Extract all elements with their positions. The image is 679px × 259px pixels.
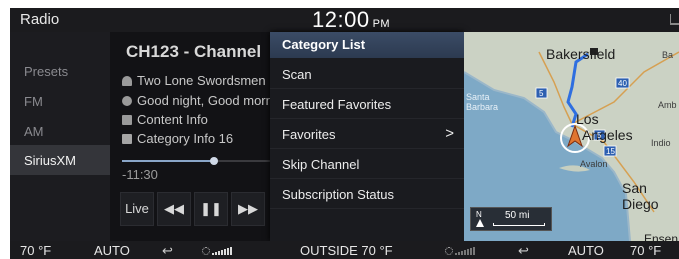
- artist-row: Two Lone Swordsmen: [122, 73, 266, 88]
- north-arrow-icon: [476, 219, 484, 227]
- category-info: Category Info 16: [137, 131, 234, 146]
- song-title: Good night, Good morning: [137, 93, 270, 108]
- map-label-ensen: Ensen: [644, 232, 679, 241]
- category-icon: [122, 134, 132, 144]
- menu-item-label: Scan: [282, 67, 312, 82]
- menu-item-scan[interactable]: Scan: [270, 59, 464, 89]
- category-menu: Category List Scan Featured Favorites Fa…: [270, 32, 464, 241]
- menu-item-label: Skip Channel: [282, 157, 360, 172]
- menu-item-featured-favorites[interactable]: Featured Favorites: [270, 89, 464, 119]
- source-presets[interactable]: Presets: [10, 56, 110, 86]
- category-row: Category Info 16: [122, 131, 233, 146]
- map-label-amb: Amb: [658, 100, 677, 110]
- map-label-los: Los: [576, 111, 599, 127]
- passenger-fan-speed[interactable]: [445, 243, 476, 258]
- scale-distance: 50 mi: [505, 210, 530, 221]
- map-scale: N 50 mi: [470, 207, 552, 231]
- source-fm[interactable]: FM: [10, 86, 110, 116]
- interstate-label-5b: 5: [597, 131, 602, 140]
- map-label-indio: Indio: [651, 138, 671, 148]
- menu-item-label: Subscription Status: [282, 187, 395, 202]
- menu-item-label: Favorites: [282, 127, 336, 142]
- song-icon: [122, 96, 132, 106]
- progress-knob[interactable]: [209, 157, 218, 165]
- rewind-icon: ◀◀: [164, 201, 184, 216]
- progress-fill: [122, 160, 214, 162]
- airflow-icon[interactable]: ↩: [162, 243, 173, 259]
- artist-icon: [122, 76, 132, 86]
- fan-icon: [202, 247, 210, 255]
- channel-name: CH123 - Channel: [126, 42, 262, 61]
- navigation-map[interactable]: Bakersfield Ba Santa Barbara Los Angeles…: [464, 32, 679, 241]
- map-label-avalon: Avalon: [580, 159, 608, 169]
- forward-button[interactable]: ▶▶: [231, 192, 265, 226]
- content-info: Content Info: [137, 112, 208, 127]
- interstate-label-15: 15: [606, 147, 615, 156]
- map-label-ba: Ba: [662, 50, 674, 60]
- source-am[interactable]: AM: [10, 116, 110, 146]
- passenger-temp[interactable]: 70 °F: [630, 243, 661, 258]
- climate-bar: 70 °F AUTO ↩ OUTSIDE 70 °F ↩ AUTO 70 °F: [10, 241, 679, 259]
- source-list: Presets FM AM SiriusXM: [10, 32, 110, 241]
- artist-name: Two Lone Swordsmen: [137, 73, 266, 88]
- content-icon: [122, 115, 132, 125]
- map-label-santa-barbara: Santa Barbara: [466, 92, 499, 112]
- progress-bar[interactable]: [122, 157, 270, 165]
- fan-speed-bars: [455, 243, 476, 258]
- live-button[interactable]: Live: [120, 192, 154, 226]
- song-row: Good night, Good morning: [122, 93, 270, 108]
- pause-icon: ❚❚: [200, 201, 222, 216]
- driver-auto-mode[interactable]: AUTO: [94, 243, 130, 258]
- chevron-right-icon: >: [445, 125, 454, 142]
- content-row: Content Info: [122, 112, 208, 127]
- passenger-airflow-icon[interactable]: ↩: [518, 243, 529, 259]
- fan-speed-bars: [212, 243, 233, 258]
- driver-temp[interactable]: 70 °F: [20, 243, 51, 258]
- clock: 12:00 PM: [312, 8, 391, 32]
- fast-forward-icon: ▶▶: [238, 201, 258, 216]
- menu-item-subscription-status[interactable]: Subscription Status: [270, 179, 464, 209]
- interstate-label-5a: 5: [539, 89, 544, 98]
- menu-item-favorites[interactable]: Favorites >: [270, 119, 464, 149]
- source-siriusxm[interactable]: SiriusXM: [10, 145, 110, 175]
- fan-icon: [445, 247, 453, 255]
- outside-temp: OUTSIDE 70 °F: [300, 243, 393, 258]
- rewind-button[interactable]: ◀◀: [157, 192, 191, 226]
- menu-header[interactable]: Category List: [270, 32, 464, 58]
- map-label-san-diego: San Diego: [622, 180, 659, 212]
- infotainment-screen: Radio 12:00 PM Presets FM AM SiriusXM CH1…: [10, 8, 679, 259]
- now-playing-panel: CH123 - Channel Two Lone Swordsmen Good …: [110, 32, 270, 241]
- time-remaining: -11:30: [122, 167, 158, 182]
- interstate-label-40: 40: [618, 79, 627, 88]
- map-label-bakersfield: Bakersfield: [546, 46, 616, 62]
- map-label-angeles: Angeles: [582, 127, 633, 143]
- north-label: N: [476, 210, 482, 219]
- passenger-auto-mode[interactable]: AUTO: [568, 243, 604, 258]
- fan-speed[interactable]: [202, 243, 233, 258]
- menu-item-label: Featured Favorites: [282, 97, 392, 112]
- top-status-bar: Radio 12:00 PM: [10, 8, 679, 32]
- signal-icon: [670, 14, 679, 25]
- menu-item-skip-channel[interactable]: Skip Channel: [270, 149, 464, 179]
- scale-bar: [493, 223, 545, 226]
- app-title: Radio: [20, 11, 60, 28]
- pause-button[interactable]: ❚❚: [194, 192, 228, 226]
